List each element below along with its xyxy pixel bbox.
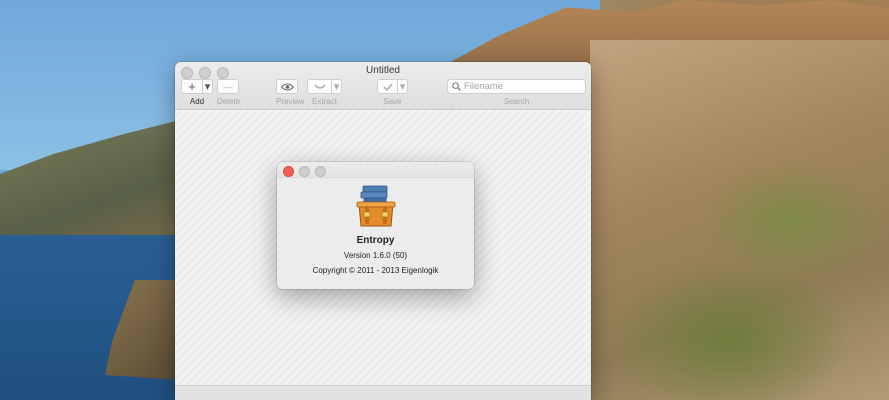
- about-close-button[interactable]: [283, 166, 294, 177]
- eye-icon: [280, 83, 294, 90]
- window-titlebar: Untitled + ▾ Add — Delete Preview ▾ Extr…: [175, 62, 591, 110]
- extract-dropdown-button[interactable]: ▾: [332, 79, 342, 94]
- delete-button[interactable]: —: [217, 79, 239, 94]
- save-label: Save: [383, 97, 402, 106]
- app-icon-entropy: [356, 185, 396, 227]
- search-input[interactable]: [461, 81, 579, 92]
- about-minimize-button[interactable]: [299, 166, 310, 177]
- search-field[interactable]: [447, 79, 586, 94]
- window-title: Untitled: [366, 65, 400, 76]
- add-label: Add: [189, 97, 205, 106]
- about-window-controls: [283, 166, 326, 177]
- extract-tool: ▾ Extract: [307, 79, 342, 106]
- save-button[interactable]: [377, 79, 398, 94]
- search-label: Search: [503, 97, 530, 106]
- extract-button[interactable]: [307, 79, 332, 94]
- about-titlebar: [277, 162, 474, 178]
- preview-button[interactable]: [276, 79, 298, 94]
- checkmark-icon: [382, 83, 393, 91]
- delete-tool: — Delete: [217, 79, 240, 106]
- add-tool: + ▾ Add: [181, 79, 213, 106]
- extract-icon: [313, 84, 326, 89]
- save-dropdown-button[interactable]: ▾: [398, 79, 408, 94]
- save-tool: ▾ Save: [377, 79, 408, 106]
- delete-label: Delete: [217, 97, 241, 106]
- add-dropdown-button[interactable]: ▾: [203, 79, 213, 94]
- app-version: Version 1.6.0 (50): [343, 251, 408, 260]
- app-name: Entropy: [356, 235, 395, 246]
- about-dialog: Entropy Version 1.6.0 (50) Copyright © 2…: [277, 162, 474, 289]
- extract-label: Extract: [312, 97, 337, 106]
- app-copyright: Copyright © 2011 - 2013 Eigenlogik: [312, 266, 439, 275]
- preview-tool: Preview: [276, 79, 304, 106]
- search-icon: [452, 82, 461, 91]
- status-bar: [175, 385, 591, 400]
- about-zoom-button[interactable]: [315, 166, 326, 177]
- add-button[interactable]: +: [181, 79, 203, 94]
- preview-label: Preview: [276, 97, 305, 106]
